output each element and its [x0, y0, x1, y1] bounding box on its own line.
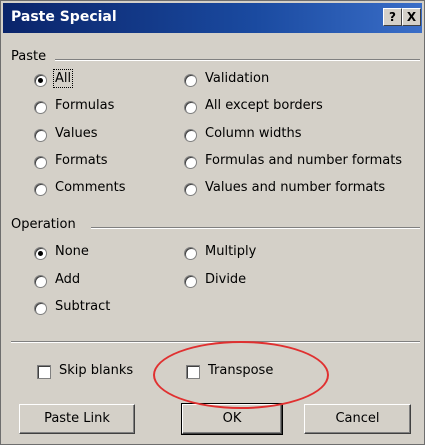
skip-blanks-checkbox[interactable]: [37, 365, 51, 379]
paste-validation-label[interactable]: Validation: [205, 71, 269, 86]
paste-column-widths-radio[interactable]: [184, 129, 197, 142]
operation-none-radio[interactable]: [34, 247, 47, 260]
transpose-highlight-ellipse: [153, 341, 329, 409]
cancel-button[interactable]: Cancel: [304, 404, 411, 434]
paste-group-divider: [55, 59, 420, 61]
paste-comments-label[interactable]: Comments: [55, 180, 125, 195]
paste-values-radio[interactable]: [34, 129, 47, 142]
paste-all-label[interactable]: All: [52, 69, 74, 88]
paste-group-label: Paste: [11, 49, 47, 64]
operation-subtract-label[interactable]: Subtract: [55, 299, 110, 314]
paste-formulas-radio[interactable]: [34, 101, 47, 114]
window-title: Paste Special: [11, 9, 117, 25]
paste-values-label[interactable]: Values: [55, 126, 97, 141]
paste-special-dialog: Paste Special ? X Paste All Validation F…: [0, 0, 425, 445]
operation-none-label[interactable]: None: [55, 244, 89, 259]
paste-values-number-formats-radio[interactable]: [184, 183, 197, 196]
paste-all-except-borders-radio[interactable]: [184, 101, 197, 114]
paste-all-radio[interactable]: [34, 74, 47, 87]
operation-add-label[interactable]: Add: [55, 272, 80, 287]
operation-group-label: Operation: [11, 217, 76, 232]
paste-comments-radio[interactable]: [34, 183, 47, 196]
operation-subtract-radio[interactable]: [34, 302, 47, 315]
paste-formulas-number-formats-label[interactable]: Formulas and number formats: [205, 153, 402, 168]
operation-divide-radio[interactable]: [184, 275, 197, 288]
operation-multiply-radio[interactable]: [184, 247, 197, 260]
paste-formats-label[interactable]: Formats: [55, 153, 108, 168]
paste-values-number-formats-label[interactable]: Values and number formats: [205, 180, 385, 195]
operation-divide-label[interactable]: Divide: [205, 272, 246, 287]
paste-column-widths-label[interactable]: Column widths: [205, 126, 302, 141]
operation-add-radio[interactable]: [34, 275, 47, 288]
help-button[interactable]: ?: [383, 8, 402, 26]
paste-validation-radio[interactable]: [184, 74, 197, 87]
operation-multiply-label[interactable]: Multiply: [205, 244, 256, 259]
paste-formulas-number-formats-radio[interactable]: [184, 156, 197, 169]
operation-group-divider: [91, 227, 420, 229]
paste-formats-radio[interactable]: [34, 156, 47, 169]
skip-blanks-label[interactable]: Skip blanks: [59, 363, 133, 378]
paste-formulas-label[interactable]: Formulas: [55, 98, 114, 113]
title-bar[interactable]: Paste Special ? X: [3, 3, 422, 33]
paste-all-except-borders-label[interactable]: All except borders: [205, 98, 323, 113]
close-button[interactable]: X: [402, 8, 421, 26]
paste-link-button[interactable]: Paste Link: [19, 404, 135, 434]
